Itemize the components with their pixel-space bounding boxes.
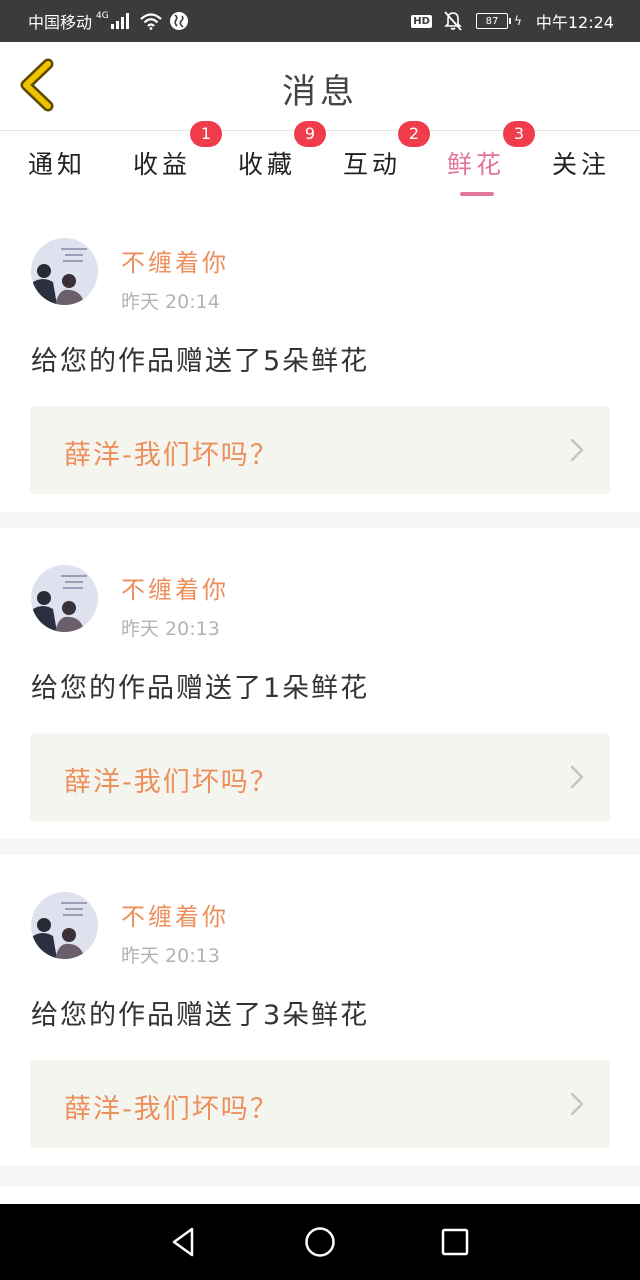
unread-badge: 3: [503, 121, 535, 147]
status-right: HD 87 ϟ 中午12:24: [411, 0, 614, 42]
flower-gift-item: 不缠着你 昨天 20:13 给您的作品赠送了1朵鲜花 薛洋-我们坏吗？: [0, 528, 640, 836]
tab-bar: 通知 收益 1 收藏 9 互动 2 鲜花 3 关注: [0, 121, 640, 201]
tab-label: 通知: [28, 150, 87, 179]
unread-badge: 2: [398, 121, 430, 147]
clock: 中午12:24: [535, 13, 614, 32]
gift-message: 给您的作品赠送了5朵鲜花: [31, 346, 370, 377]
signal-icon: [110, 13, 129, 29]
nav-back-icon: [172, 1227, 194, 1257]
gift-message: 给您的作品赠送了3朵鲜花: [31, 1000, 370, 1031]
timestamp: 昨天 20:13: [121, 618, 220, 640]
network-type: 4G: [96, 11, 109, 21]
active-tab-indicator: [460, 192, 494, 196]
status-bar: 中国移动 4G HD 87 ϟ 中午12:24: [0, 0, 640, 42]
tab-label: 收藏: [238, 150, 297, 179]
work-link[interactable]: 薛洋-我们坏吗？: [30, 1060, 610, 1148]
sender-name[interactable]: 不缠着你: [121, 243, 229, 278]
tab-label: 关注: [552, 150, 611, 179]
bell-muted-icon: [444, 11, 462, 31]
gift-message: 给您的作品赠送了1朵鲜花: [31, 673, 370, 704]
work-link[interactable]: 薛洋-我们坏吗？: [30, 406, 610, 494]
nav-home-button[interactable]: [302, 1224, 338, 1260]
avatar[interactable]: [31, 892, 98, 959]
nav-recents-icon: [441, 1228, 469, 1256]
nav-home-icon: [305, 1227, 335, 1257]
avatar[interactable]: [31, 238, 98, 305]
battery-level: 87: [475, 13, 508, 29]
carrier-name: 中国移动: [28, 13, 93, 32]
flower-gift-item: 不缠着你 昨天 20:14 给您的作品赠送了5朵鲜花 薛洋-我们坏吗？: [0, 201, 640, 509]
tab-label: 收益: [133, 150, 192, 179]
tab-label: 互动: [343, 150, 402, 179]
nav-back-button[interactable]: [166, 1224, 202, 1260]
timestamp: 昨天 20:14: [121, 291, 220, 313]
status-left: 中国移动 4G: [28, 0, 189, 42]
battery-indicator: 87 ϟ: [475, 13, 522, 29]
nav-recents-button[interactable]: [437, 1224, 473, 1260]
unread-badge: 1: [190, 121, 222, 147]
wifi-icon: [139, 13, 162, 30]
page-title: 消息: [282, 72, 358, 112]
chevron-right-icon: [570, 438, 584, 462]
timestamp: 昨天 20:13: [121, 945, 220, 967]
hd-badge: HD: [411, 14, 432, 28]
avatar[interactable]: [31, 565, 98, 632]
work-title: 薛洋-我们坏吗？: [64, 440, 279, 471]
sender-name[interactable]: 不缠着你: [121, 570, 229, 605]
work-title: 薛洋-我们坏吗？: [64, 767, 279, 798]
work-title: 薛洋-我们坏吗？: [64, 1094, 279, 1125]
chevron-right-icon: [570, 765, 584, 789]
section-divider: [0, 1166, 640, 1186]
sender-name[interactable]: 不缠着你: [121, 897, 229, 932]
chevron-right-icon: [570, 1092, 584, 1116]
charging-icon: ϟ: [513, 14, 522, 28]
tab-label: 鲜花: [447, 150, 506, 179]
app-header: 消息: [0, 42, 640, 131]
unread-badge: 9: [294, 121, 326, 147]
work-link[interactable]: 薛洋-我们坏吗？: [30, 733, 610, 821]
flower-gift-item: 不缠着你 昨天 20:13 给您的作品赠送了3朵鲜花 薛洋-我们坏吗？: [0, 855, 640, 1163]
system-nav-bar: [0, 1204, 640, 1280]
globe-icon: [169, 12, 188, 30]
